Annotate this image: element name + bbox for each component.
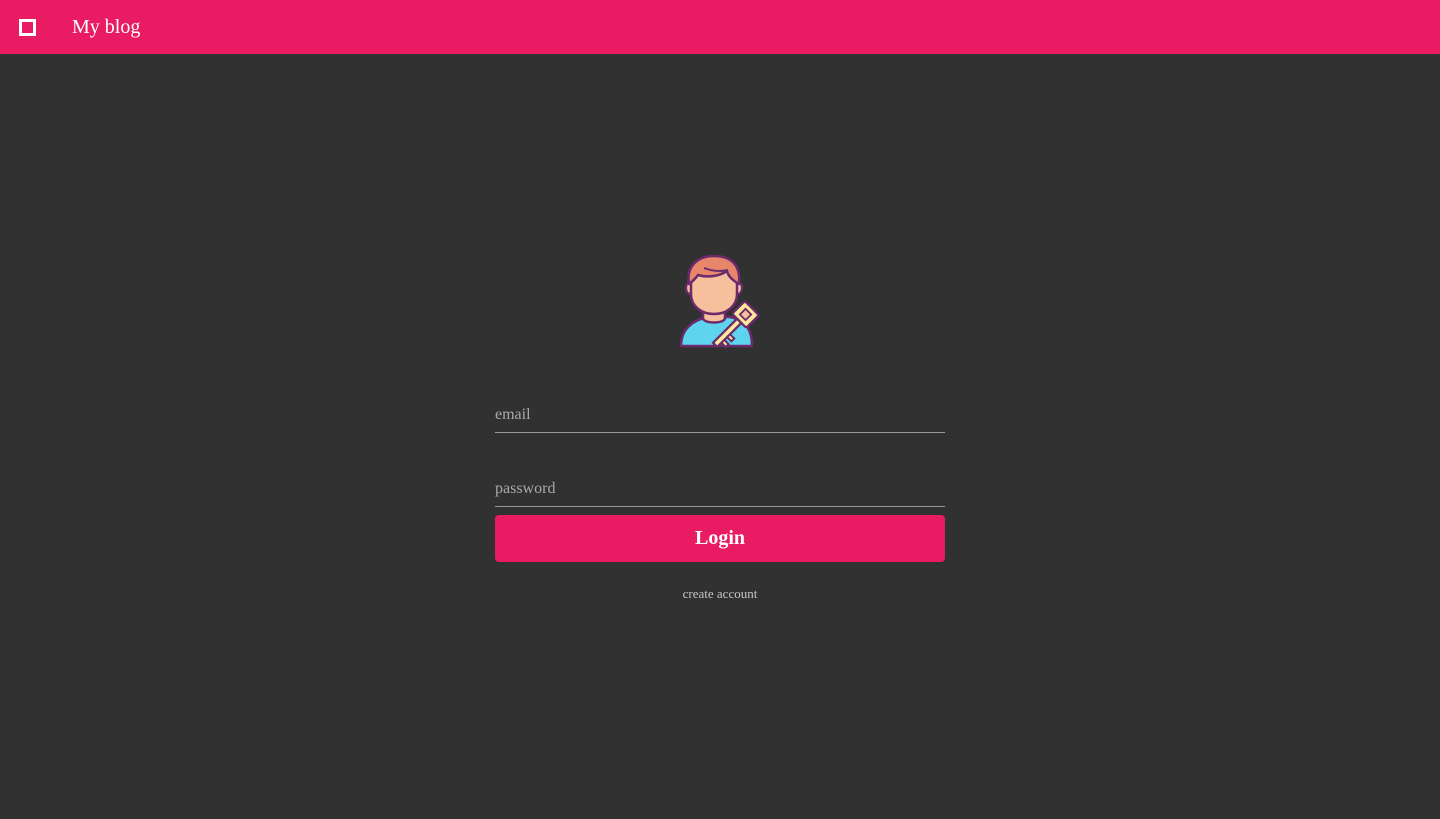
user-key-icon [674,254,764,360]
app-title: My blog [72,16,141,38]
password-field[interactable] [495,472,945,507]
top-app-bar: My blog [0,0,1440,54]
email-field[interactable] [495,398,945,433]
login-button[interactable]: Login [495,515,945,562]
create-account-link[interactable]: create account [495,586,945,602]
menu-icon[interactable] [19,19,36,36]
